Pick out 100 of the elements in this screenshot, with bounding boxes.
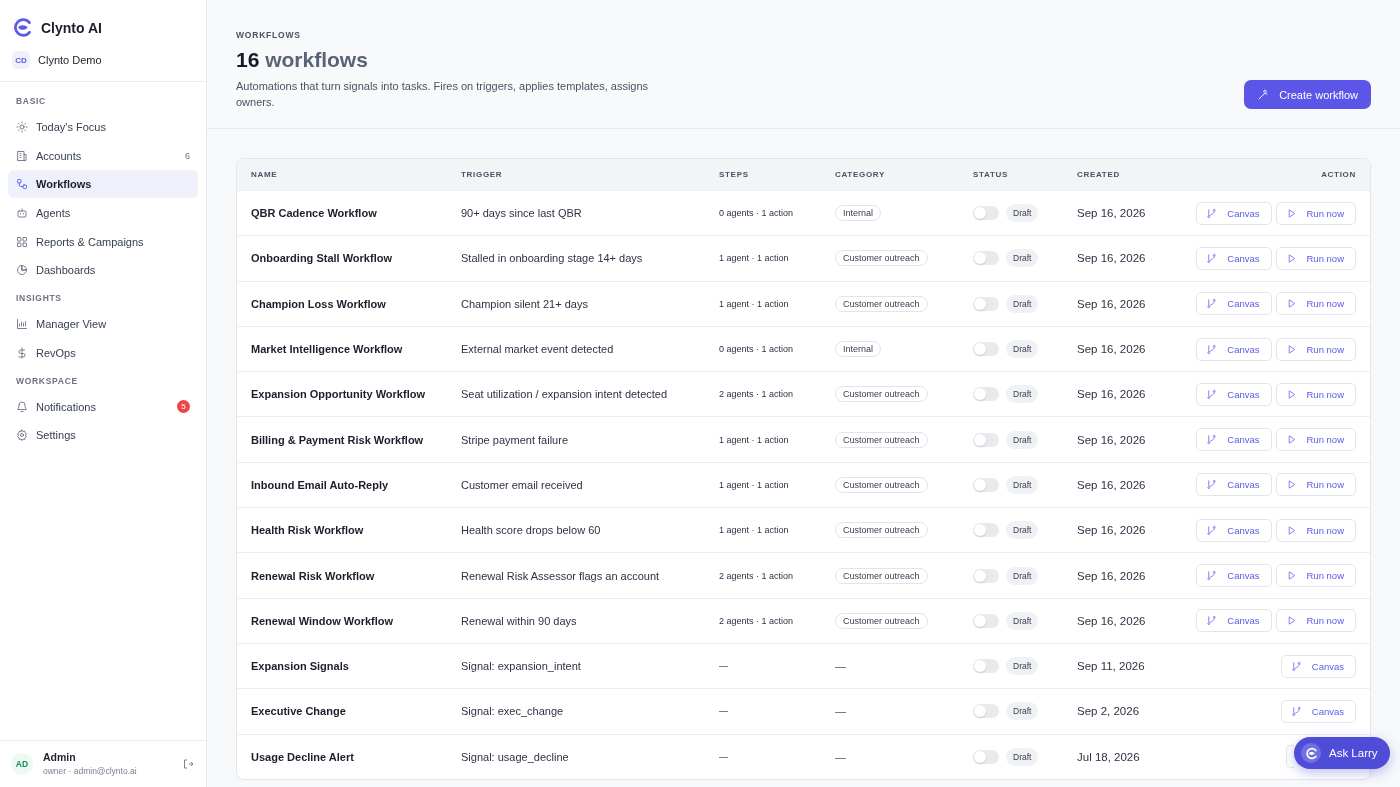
workflow-name: Expansion Opportunity Workflow xyxy=(250,388,426,401)
branch-icon xyxy=(1206,434,1218,446)
status-toggle[interactable] xyxy=(973,477,999,492)
status-pill: Draft xyxy=(1006,430,1039,449)
status-pill: Draft xyxy=(1006,566,1039,585)
canvas-button[interactable]: Canvas xyxy=(1196,201,1272,225)
canvas-button[interactable]: Canvas xyxy=(1196,564,1272,587)
canvas-button[interactable]: Canvas xyxy=(1196,428,1272,452)
trigger-cell-text: Champion silent 21+ days xyxy=(461,297,589,310)
workflow-name: Onboarding Stall Workflow xyxy=(250,252,393,265)
status-pill: Draft xyxy=(1006,747,1039,766)
status-toggle[interactable] xyxy=(973,206,999,221)
settings-icon xyxy=(16,429,28,442)
workflow-name: Health Risk Workflow xyxy=(250,524,365,537)
nav-item[interactable]: Dashboards xyxy=(8,256,198,285)
nav-item[interactable]: Workflows xyxy=(8,170,198,199)
run-now-button[interactable]: Run now xyxy=(1275,609,1356,633)
trigger-cell-text: Stripe payment failure xyxy=(461,433,569,446)
canvas-button[interactable]: Canvas xyxy=(1196,473,1272,497)
nav-item[interactable]: RevOps xyxy=(8,338,198,367)
page-description: Automations that turn signals into tasks. Fires on triggers, applies templates, assigns owners. xyxy=(236,79,650,110)
create-workflow-button[interactable]: Create workflow xyxy=(1244,80,1371,109)
ask-assistant-button[interactable]: Ask Larry xyxy=(1294,737,1390,769)
branch-icon xyxy=(1206,570,1218,581)
steps-cell-text: 1 agent · 1 action xyxy=(719,434,790,445)
nav-item[interactable]: Settings xyxy=(8,421,198,450)
created-date: Sep 16, 2026 xyxy=(1077,252,1147,265)
nav-item[interactable]: Today's Focus xyxy=(8,113,198,141)
status-toggle[interactable] xyxy=(973,704,999,719)
run-now-button[interactable]: Run now xyxy=(1275,292,1356,316)
run-now-button[interactable]: Run now xyxy=(1275,428,1356,452)
dollar-icon xyxy=(16,346,28,359)
canvas-button[interactable]: Canvas xyxy=(1196,382,1272,406)
status-toggle[interactable] xyxy=(973,251,999,266)
workspace-name: Clynto Demo xyxy=(38,54,102,66)
status-toggle[interactable] xyxy=(973,613,999,628)
status-toggle[interactable] xyxy=(973,432,999,447)
run-now-button[interactable]: Run now xyxy=(1275,518,1356,542)
status-toggle[interactable] xyxy=(973,387,999,402)
column-header: STEPS xyxy=(719,170,750,179)
status-toggle[interactable] xyxy=(973,749,999,764)
status-pill: Draft xyxy=(1006,611,1039,630)
canvas-button[interactable]: Canvas xyxy=(1280,654,1356,678)
canvas-button[interactable]: Canvas xyxy=(1280,699,1356,723)
steps-cell-text: 1 agent · 1 action xyxy=(719,298,790,309)
steps-cell-text: 0 agents · 1 action xyxy=(719,208,795,219)
status-toggle[interactable] xyxy=(973,296,999,311)
trigger-cell-text: Renewal Risk Assessor flags an account xyxy=(461,569,661,582)
status-pill: Draft xyxy=(1006,340,1039,359)
nav-item[interactable]: Reports & Campaigns xyxy=(8,227,198,256)
trigger-cell-text: Signal: expansion_intent xyxy=(461,660,582,673)
logo-icon xyxy=(12,17,33,38)
run-now-button[interactable]: Run now xyxy=(1275,382,1356,406)
logout-icon[interactable] xyxy=(182,757,194,770)
section-heading: BASIC xyxy=(15,95,47,108)
created-date: Sep 16, 2026 xyxy=(1077,524,1147,537)
status-pill: Draft xyxy=(1006,294,1039,313)
trigger-cell-text: Seat utilization / expansion intent detected xyxy=(461,388,669,401)
steps-cell-text: 2 agents · 1 action xyxy=(719,615,795,626)
status-toggle[interactable] xyxy=(973,568,999,583)
branch-icon xyxy=(1206,388,1218,400)
category-cell: — xyxy=(835,750,846,763)
nav-item[interactable]: Accounts 6 xyxy=(8,141,198,170)
column-header: STATUS xyxy=(973,170,1009,179)
user-avatar: AD xyxy=(11,752,33,775)
status-pill: Draft xyxy=(1006,521,1039,540)
branch-icon xyxy=(1290,660,1302,672)
status-pill: Draft xyxy=(1006,249,1039,268)
workflow-name: Inbound Email Auto-Reply xyxy=(250,478,390,491)
run-now-button[interactable]: Run now xyxy=(1275,473,1356,497)
steps-cell-text: 2 agents · 1 action xyxy=(719,570,795,581)
nav-item[interactable]: Manager View xyxy=(8,310,198,339)
status-pill: Draft xyxy=(1006,204,1039,223)
status-toggle[interactable] xyxy=(973,342,999,357)
run-now-button[interactable]: Run now xyxy=(1275,246,1356,270)
canvas-button[interactable]: Canvas xyxy=(1196,518,1272,542)
steps-cell-text: 0 agents · 1 action xyxy=(719,344,795,355)
status-toggle[interactable] xyxy=(973,659,999,674)
run-now-button[interactable]: Run now xyxy=(1275,564,1356,587)
trigger-cell-text: Signal: usage_decline xyxy=(461,750,570,763)
canvas-button[interactable] xyxy=(1286,745,1294,769)
canvas-button[interactable]: Canvas xyxy=(1196,337,1272,361)
canvas-button[interactable]: Canvas xyxy=(1196,246,1272,270)
user-name: Admin xyxy=(43,751,77,763)
workflow-name: Usage Decline Alert xyxy=(250,750,355,763)
nav-item[interactable]: Agents xyxy=(8,199,198,228)
canvas-button[interactable]: Canvas xyxy=(1196,609,1272,633)
run-now-button[interactable]: Run now xyxy=(1275,201,1356,225)
run-now-button[interactable]: Run now xyxy=(1275,337,1356,361)
canvas-button[interactable]: Canvas xyxy=(1196,292,1272,316)
item-count: 6 xyxy=(185,150,190,161)
branch-icon xyxy=(1206,479,1218,491)
building-icon xyxy=(16,149,28,162)
column-header: ACTION xyxy=(1320,170,1357,179)
workspace-switcher[interactable]: CD Clynto Demo xyxy=(0,38,206,82)
status-pill: Draft xyxy=(1006,657,1039,676)
robot-icon xyxy=(16,207,28,220)
nav-item[interactable]: Notifications 5 xyxy=(8,392,198,421)
brand-name: Clynto AI xyxy=(41,19,102,36)
status-toggle[interactable] xyxy=(973,523,999,538)
